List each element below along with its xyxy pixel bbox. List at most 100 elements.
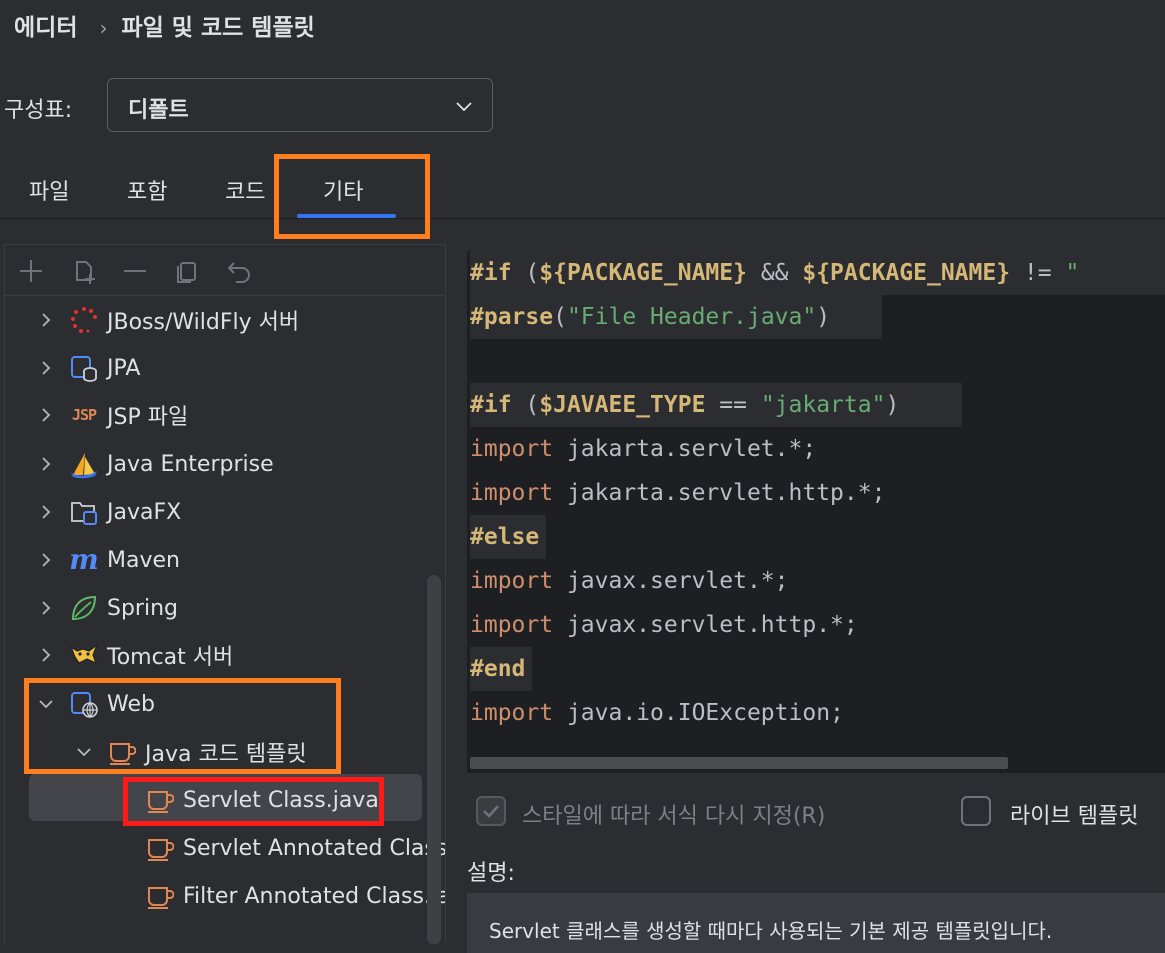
code-token: jakarta.servlet.http.*; bbox=[553, 480, 886, 506]
tree-item-label: Servlet Annotated Class. bbox=[183, 835, 446, 861]
code-token: ${PACKAGE_NAME} bbox=[539, 260, 747, 286]
tree-item-label: JavaFX bbox=[107, 499, 182, 525]
code-line[interactable]: #end bbox=[470, 647, 532, 691]
code-line[interactable]: import java.io.IOException; bbox=[470, 691, 844, 735]
code-token: && bbox=[746, 260, 803, 286]
highlight-box-servlet-class bbox=[123, 777, 384, 826]
jboss-icon bbox=[69, 305, 99, 335]
chevron-right-icon[interactable] bbox=[35, 501, 57, 523]
chevron-right-icon[interactable] bbox=[35, 549, 57, 571]
tree-item-jpa[interactable]: JPA bbox=[35, 348, 140, 388]
undo-icon[interactable] bbox=[225, 257, 253, 285]
chevron-right-icon[interactable] bbox=[35, 404, 57, 426]
breadcrumb-parent[interactable]: 에디터 bbox=[14, 15, 77, 41]
code-token: java.io.IOException; bbox=[553, 700, 844, 726]
maven-icon: m bbox=[69, 543, 99, 576]
reformat-checkbox[interactable] bbox=[476, 796, 506, 826]
code-token: ) bbox=[885, 392, 900, 418]
scheme-label: 구성표: bbox=[4, 98, 73, 123]
code-token: import bbox=[470, 480, 554, 506]
chevron-right-icon[interactable] bbox=[35, 453, 57, 475]
code-token: " bbox=[1065, 260, 1080, 286]
code-token: ${PACKAGE_NAME} bbox=[802, 260, 1011, 286]
code-token: "File Header.java" bbox=[566, 304, 817, 330]
chevron-down-icon bbox=[456, 102, 472, 112]
tree-item-label: Filter Annotated Class.jav bbox=[183, 883, 446, 909]
code-token: jakarta.servlet.*; bbox=[553, 436, 817, 462]
tree-item-jboss[interactable]: JBoss/WildFly 서버 bbox=[35, 300, 299, 340]
code-token: $JAVAEE_TYPE bbox=[539, 392, 706, 418]
scheme-value: 디폴트 bbox=[128, 98, 189, 123]
tomcat-icon bbox=[69, 640, 99, 670]
tree-item-label: JPA bbox=[107, 355, 141, 381]
chevron-right-icon[interactable] bbox=[35, 597, 57, 619]
description-text: Servlet 클래스를 생성할 때마다 사용되는 기본 제공 템플릿입니다. bbox=[489, 919, 1053, 943]
code-line[interactable]: import jakarta.servlet.*; bbox=[470, 427, 816, 471]
code-token: ( bbox=[553, 304, 567, 330]
add-icon[interactable] bbox=[17, 257, 45, 285]
javafx-icon bbox=[69, 497, 99, 527]
code-line[interactable]: #if ($JAVAEE_TYPE == "jakarta") bbox=[470, 383, 962, 427]
code-token: javax.servlet.*; bbox=[553, 568, 789, 594]
code-token: "jakarta" bbox=[760, 392, 886, 418]
code-token: #if bbox=[470, 260, 512, 286]
add-child-icon[interactable] bbox=[71, 257, 99, 285]
tree-item-filter-annotated-class[interactable]: Filter Annotated Class.jav bbox=[145, 876, 446, 916]
tree-item-spring[interactable]: Spring bbox=[35, 588, 178, 628]
code-line[interactable]: import javax.servlet.*; bbox=[470, 559, 789, 603]
code-token: == bbox=[705, 392, 761, 418]
tree-item-label: Java Enterprise bbox=[107, 451, 274, 477]
chevron-right-icon[interactable] bbox=[35, 309, 57, 331]
java-enterprise-icon bbox=[69, 449, 99, 479]
highlight-box-tab bbox=[274, 154, 430, 239]
template-editor[interactable]: #if (${PACKAGE_NAME} && ${PACKAGE_NAME} … bbox=[467, 251, 1165, 773]
tree-toolbar bbox=[5, 245, 445, 296]
tree-item-label: Maven bbox=[107, 547, 180, 573]
check-icon bbox=[483, 805, 499, 818]
code-line[interactable]: #else bbox=[470, 515, 546, 559]
tree-item-tomcat[interactable]: Tomcat 서버 bbox=[35, 635, 233, 675]
tree-item-servlet-annotated-class[interactable]: Servlet Annotated Class. bbox=[145, 828, 446, 868]
code-token: ( bbox=[511, 392, 540, 418]
tab-includes[interactable]: 포함 bbox=[127, 174, 167, 206]
jsp-icon: JSP bbox=[71, 406, 97, 424]
live-template-checkbox[interactable] bbox=[961, 796, 991, 826]
code-token: import bbox=[470, 612, 554, 638]
tree-item-label: Tomcat 서버 bbox=[107, 645, 234, 670]
template-tree-panel: JBoss/WildFly 서버 JPA JSP JSP 파일 Java Ent… bbox=[4, 244, 446, 944]
code-token: #parse bbox=[470, 304, 554, 330]
remove-icon[interactable] bbox=[121, 257, 149, 285]
chevron-right-icon[interactable] bbox=[35, 644, 57, 666]
breadcrumb-current: 파일 및 코드 템플릿 bbox=[121, 15, 315, 41]
reformat-label: 스타일에 따라 서식 다시 지정(R) bbox=[522, 804, 826, 829]
tree-item-jsp[interactable]: JSP JSP 파일 bbox=[35, 395, 188, 435]
tree-item-javafx[interactable]: JavaFX bbox=[35, 492, 181, 532]
code-line[interactable]: import javax.servlet.http.*; bbox=[470, 603, 858, 647]
copy-icon[interactable] bbox=[173, 257, 201, 285]
code-token: #if bbox=[470, 392, 512, 418]
highlight-box-web bbox=[24, 678, 341, 774]
tabs-divider bbox=[0, 218, 1165, 219]
tree-item-maven[interactable]: m Maven bbox=[35, 540, 180, 580]
breadcrumb-separator: › bbox=[99, 16, 108, 40]
scheme-dropdown[interactable]: 디폴트 bbox=[107, 78, 493, 132]
code-token: javax.servlet.http.*; bbox=[553, 612, 858, 638]
tree-item-label: Spring bbox=[107, 595, 178, 621]
cup-icon bbox=[145, 881, 175, 911]
code-line[interactable]: #parse("File Header.java") bbox=[470, 295, 882, 339]
code-line[interactable]: #if (${PACKAGE_NAME} && ${PACKAGE_NAME} … bbox=[470, 251, 1165, 295]
tab-files[interactable]: 파일 bbox=[29, 174, 69, 206]
code-token: ) bbox=[816, 304, 831, 330]
code-token: import bbox=[470, 436, 554, 462]
code-token: import bbox=[470, 700, 554, 726]
code-line[interactable]: import jakarta.servlet.http.*; bbox=[470, 471, 885, 515]
tree-item-label: JSP 파일 bbox=[107, 405, 189, 430]
code-token: != bbox=[1010, 260, 1066, 286]
code-token: ( bbox=[511, 260, 540, 286]
tree-scrollbar[interactable] bbox=[427, 575, 441, 944]
tree-item-java-enterprise[interactable]: Java Enterprise bbox=[35, 444, 274, 484]
chevron-right-icon[interactable] bbox=[35, 357, 57, 379]
tab-code[interactable]: 코드 bbox=[225, 174, 265, 206]
code-token: #else bbox=[470, 524, 540, 550]
editor-horizontal-scrollbar[interactable] bbox=[470, 757, 1008, 769]
